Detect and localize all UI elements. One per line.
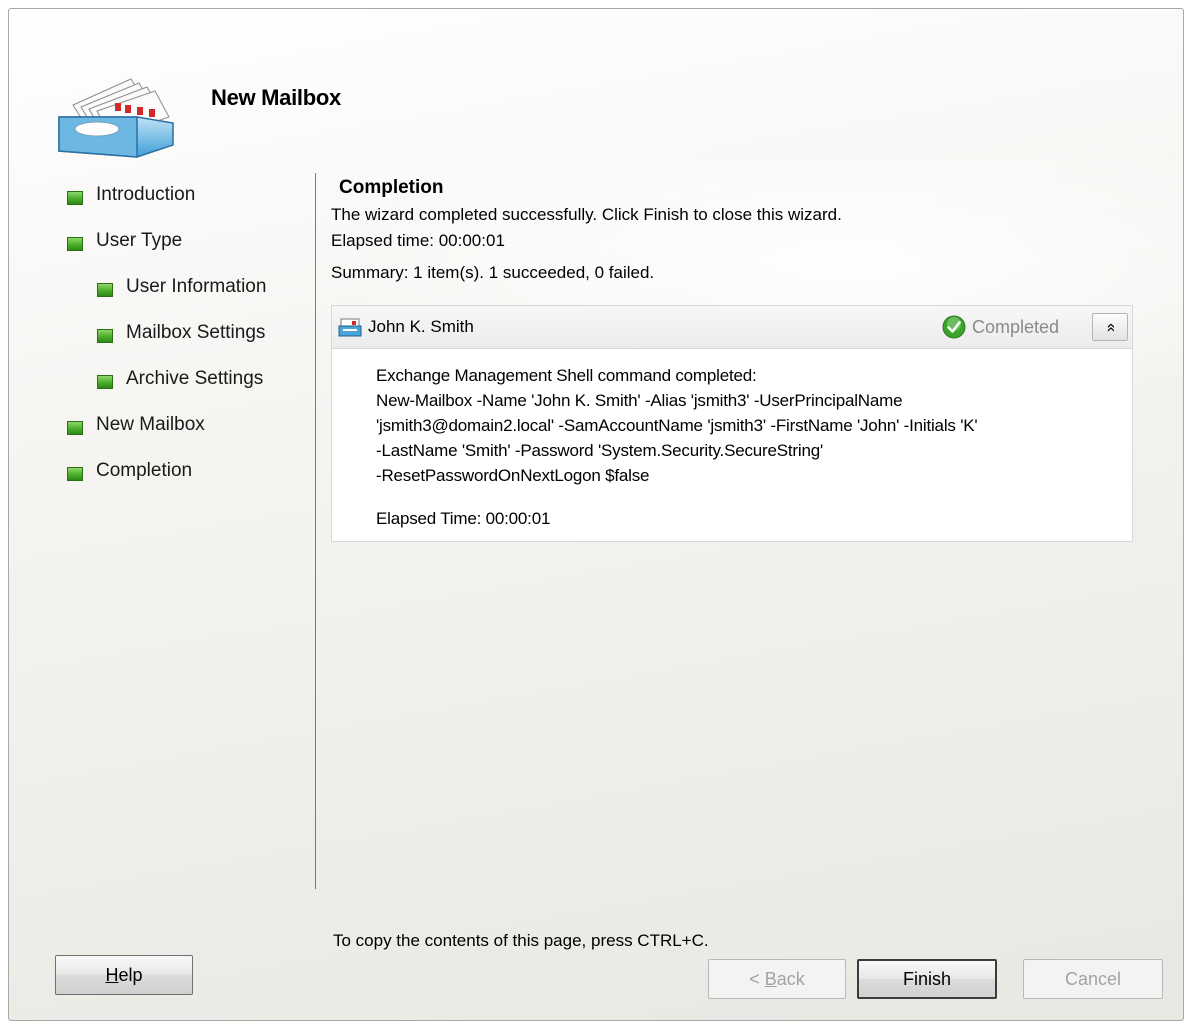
mailbox-stack-icon	[58, 78, 174, 158]
completion-message: The wizard completed successfully. Click…	[331, 205, 842, 224]
output-spacer	[376, 488, 1132, 506]
output-line: -LastName 'Smith' -Password 'System.Secu…	[376, 441, 823, 460]
result-panel: John K. Smith Completed » Exchange Manag…	[331, 305, 1133, 542]
double-chevron-up-icon: »	[1101, 323, 1119, 332]
output-line: -ResetPasswordOnNextLogon $false	[376, 466, 650, 485]
help-label-rest: elp	[118, 964, 143, 985]
help-button[interactable]: Help	[55, 955, 193, 995]
nav-item-mailbox-settings: Mailbox Settings	[67, 322, 266, 368]
nav-item-new-mailbox: New Mailbox	[67, 414, 266, 460]
back-label-rest: ack	[776, 968, 805, 989]
nav-item-label: User Type	[96, 230, 183, 251]
output-line: 'jsmith3@domain2.local' -SamAccountName …	[376, 416, 978, 435]
wizard-title: New Mailbox	[211, 85, 341, 110]
nav-item-user-type: User Type	[67, 230, 266, 276]
wizard-window: New Mailbox Introduction User Type User …	[8, 8, 1184, 1021]
green-square-icon	[67, 237, 83, 251]
check-circle-icon	[942, 315, 966, 339]
help-accel: H	[105, 964, 119, 985]
nav-divider	[315, 173, 316, 889]
nav-item-user-information: User Information	[67, 276, 266, 322]
result-header: John K. Smith Completed »	[332, 306, 1132, 349]
mailbox-icon	[338, 318, 362, 337]
green-square-icon	[67, 421, 83, 435]
section-title: Completion	[339, 177, 444, 198]
completion-content: Completion The wizard completed successf…	[331, 177, 1137, 283]
nav-item-label: New Mailbox	[96, 414, 205, 435]
nav-item-archive-settings: Archive Settings	[67, 368, 266, 414]
summary-text: Summary: 1 item(s). 1 succeeded, 0 faile…	[331, 263, 655, 282]
wizard-steps-nav: Introduction User Type User Information …	[67, 184, 266, 506]
nav-item-label: User Information	[126, 276, 267, 297]
nav-item-label: Archive Settings	[126, 368, 264, 389]
output-elapsed: Elapsed Time: 00:00:01	[376, 509, 551, 528]
collapse-button[interactable]: »	[1092, 313, 1128, 341]
output-line: Exchange Management Shell command comple…	[376, 366, 757, 385]
copy-hint: To copy the contents of this page, press…	[333, 931, 709, 950]
nav-item-label: Introduction	[96, 184, 196, 205]
nav-item-completion: Completion	[67, 460, 266, 506]
output-line: New-Mailbox -Name 'John K. Smith' -Alias…	[376, 391, 903, 410]
nav-item-introduction: Introduction	[67, 184, 266, 230]
green-square-icon	[97, 329, 113, 343]
back-accel: B	[764, 968, 777, 989]
cancel-button[interactable]: Cancel	[1023, 959, 1163, 999]
command-output: Exchange Management Shell command comple…	[332, 349, 1132, 531]
nav-item-label: Mailbox Settings	[126, 322, 266, 343]
result-item-name: John K. Smith	[368, 317, 474, 336]
status-text: Completed	[972, 317, 1060, 337]
green-square-icon	[67, 467, 83, 481]
back-button[interactable]: < Back	[708, 959, 846, 999]
back-prefix: <	[749, 968, 765, 989]
green-square-icon	[97, 283, 113, 297]
green-square-icon	[67, 191, 83, 205]
nav-item-label: Completion	[96, 460, 193, 481]
green-square-icon	[97, 375, 113, 389]
finish-button[interactable]: Finish	[857, 959, 997, 999]
elapsed-time: Elapsed time: 00:00:01	[331, 231, 505, 250]
